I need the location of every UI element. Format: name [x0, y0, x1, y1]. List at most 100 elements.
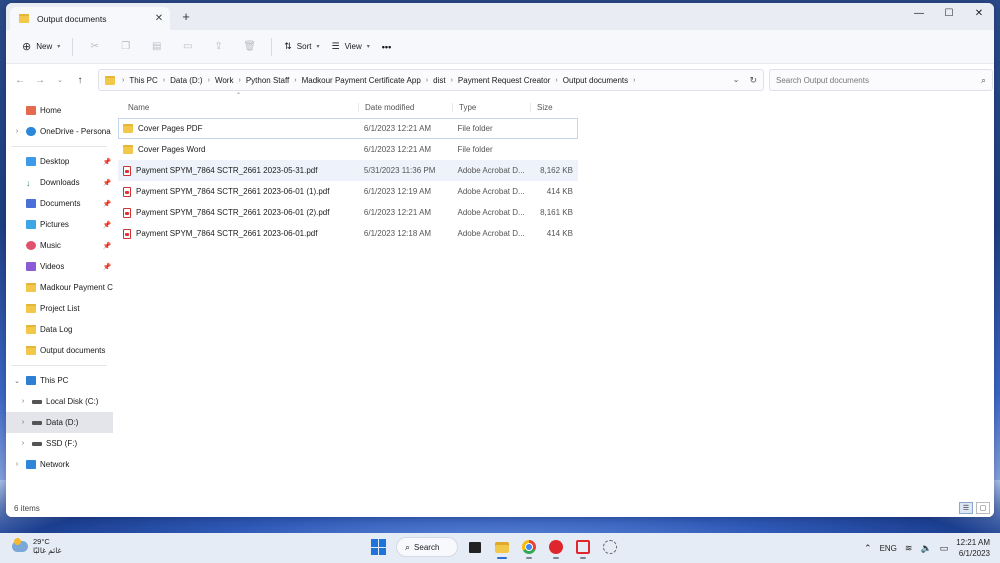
nav-onedrive[interactable]: › OneDrive - Persona [6, 121, 113, 142]
nav-madkour-payment[interactable]: Madkour Payment C [6, 277, 113, 298]
column-name[interactable]: Name [118, 103, 358, 112]
chevron-right-icon[interactable]: › [18, 419, 28, 426]
new-button[interactable]: ⊕ New ▾ [16, 35, 66, 59]
recent-locations-button[interactable]: ⌄ [50, 68, 70, 92]
file-size: 414 KB [546, 229, 573, 238]
up-button[interactable]: ↑ [70, 68, 90, 92]
rename-button[interactable]: ▭ [172, 35, 203, 59]
volume-icon[interactable]: 🔈 [920, 543, 931, 554]
nav-project-list[interactable]: Project List [6, 298, 113, 319]
nav-ssd-f[interactable]: › SSD (F:) [6, 433, 113, 454]
file-row[interactable]: Payment SPYM_7864 SCTR_2661 2023-06-01 (… [118, 181, 578, 202]
file-row[interactable]: Payment SPYM_7864 SCTR_2661 2023-06-01.p… [118, 223, 578, 244]
task-view-button[interactable] [465, 537, 485, 557]
chevron-right-icon[interactable]: › [12, 128, 22, 135]
nav-network[interactable]: › Network [6, 454, 113, 475]
search-icon: ⌕ [980, 74, 986, 85]
breadcrumb-madkour-app[interactable]: Madkour Payment Certificate App [300, 76, 423, 85]
nav-label: Output documents [40, 346, 106, 355]
cut-button[interactable]: ✂ [79, 35, 110, 59]
chevron-up-icon[interactable]: ⌃ [864, 543, 872, 554]
nav-documents[interactable]: Documents 📌 [6, 193, 113, 214]
sort-ascending-icon: ⌃ [236, 93, 242, 99]
tab-output-documents[interactable]: Output documents ✕ [10, 7, 170, 30]
column-size[interactable]: Size [530, 102, 578, 112]
file-row[interactable]: Cover Pages Word 6/1/2023 12:21 AM File … [118, 139, 578, 160]
new-tab-button[interactable]: + [178, 9, 194, 24]
column-type[interactable]: Type [452, 102, 530, 112]
column-date-modified[interactable]: Date modified [358, 102, 452, 112]
tab-close-icon[interactable]: ✕ [152, 13, 166, 24]
details-view-button[interactable]: ☰ [959, 502, 973, 514]
address-bar[interactable]: › This PC › Data (D:) › Work › Python St… [98, 69, 764, 91]
task-view-icon [469, 541, 481, 553]
view-button[interactable]: ☰ View ▾ [325, 35, 375, 59]
pin-icon: 📌 [102, 200, 112, 208]
share-button[interactable]: ⇪ [203, 35, 234, 59]
tiles-view-button[interactable]: ▢ [976, 502, 990, 514]
maximize-button[interactable]: ☐ [934, 3, 964, 23]
file-row[interactable]: Payment SPYM_7864 SCTR_2661 2023-05-31.p… [118, 160, 578, 181]
breadcrumb-payment-request-creator[interactable]: Payment Request Creator [456, 76, 553, 85]
app-icon [603, 540, 617, 554]
file-row[interactable]: Cover Pages PDF 6/1/2023 12:21 AM File f… [118, 118, 578, 139]
nav-desktop[interactable]: Desktop 📌 [6, 151, 113, 172]
breadcrumb-output-documents[interactable]: Output documents [561, 76, 630, 85]
start-button[interactable] [369, 537, 389, 557]
taskbar-search[interactable]: ⌕ Search [396, 537, 458, 557]
misc-app-taskbar-button[interactable] [600, 537, 620, 557]
drive-icon [32, 420, 42, 425]
nav-music[interactable]: Music 📌 [6, 235, 113, 256]
back-button[interactable]: ← [10, 68, 30, 92]
chevron-down-icon[interactable]: ⌄ [733, 75, 740, 86]
breadcrumb-dist[interactable]: dist [431, 76, 447, 85]
forward-button[interactable]: → [30, 68, 50, 92]
breadcrumb-python-staff[interactable]: Python Staff [244, 76, 291, 85]
nav-output-documents[interactable]: Output documents [6, 340, 113, 361]
file-row[interactable]: Payment SPYM_7864 SCTR_2661 2023-06-01 (… [118, 202, 578, 223]
breadcrumb-work[interactable]: Work [213, 76, 236, 85]
nav-this-pc[interactable]: ⌄ This PC [6, 370, 113, 391]
music-taskbar-button[interactable] [546, 537, 566, 559]
chevron-right-icon[interactable]: › [18, 440, 28, 447]
battery-icon[interactable]: ▭ [940, 543, 949, 554]
nav-data-log[interactable]: Data Log [6, 319, 113, 340]
search-field[interactable]: Search Output documents ⌕ [769, 69, 993, 91]
share-icon: ⇪ [214, 41, 223, 52]
snipping-tool-taskbar-button[interactable] [573, 537, 593, 559]
copy-button[interactable]: ❐ [110, 35, 141, 59]
nav-label: Home [40, 106, 62, 115]
language-indicator[interactable]: ENG [880, 544, 897, 553]
nav-videos[interactable]: Videos 📌 [6, 256, 113, 277]
chrome-taskbar-button[interactable] [519, 537, 539, 559]
file-explorer-taskbar-button[interactable] [492, 537, 512, 559]
snipping-tool-icon [576, 540, 590, 554]
nav-local-disk-c[interactable]: › Local Disk (C:) [6, 391, 113, 412]
breadcrumb-data-d[interactable]: Data (D:) [168, 76, 204, 85]
refresh-icon[interactable]: ↻ [749, 75, 757, 86]
chevron-right-icon[interactable]: › [18, 398, 28, 405]
wifi-icon[interactable]: ≋ [905, 543, 913, 554]
more-icon: ••• [381, 41, 392, 52]
weather-widget[interactable]: 29°C غائم غالبًا [12, 537, 61, 555]
pin-icon: 📌 [102, 263, 112, 271]
close-button[interactable]: ✕ [964, 3, 994, 23]
file-date: 6/1/2023 12:21 AM [363, 124, 432, 133]
breadcrumb-this-pc[interactable]: This PC [127, 76, 159, 85]
nav-home[interactable]: Home [6, 100, 113, 121]
nav-data-d[interactable]: › Data (D:) [6, 412, 113, 433]
file-explorer-window: Output documents ✕ + — ☐ ✕ ⊕ New ▾ ✂ ❐ ▤… [6, 3, 994, 517]
delete-button[interactable]: 🗑 [234, 35, 265, 59]
nav-pictures[interactable]: Pictures 📌 [6, 214, 113, 235]
chevron-down-icon[interactable]: ⌄ [12, 377, 22, 385]
chevron-right-icon[interactable]: › [12, 461, 22, 468]
nav-downloads[interactable]: ↓ Downloads 📌 [6, 172, 113, 193]
clock[interactable]: 12:21 AM 6/1/2023 [956, 537, 990, 559]
sort-button[interactable]: ⇅ Sort ▾ [278, 35, 325, 59]
nav-label: Videos [40, 262, 65, 271]
minimize-button[interactable]: — [904, 3, 934, 23]
more-options-button[interactable]: ••• [376, 35, 397, 59]
paste-button[interactable]: ▤ [141, 35, 172, 59]
file-date: 5/31/2023 11:36 PM [363, 166, 436, 175]
drive-icon [32, 399, 42, 404]
